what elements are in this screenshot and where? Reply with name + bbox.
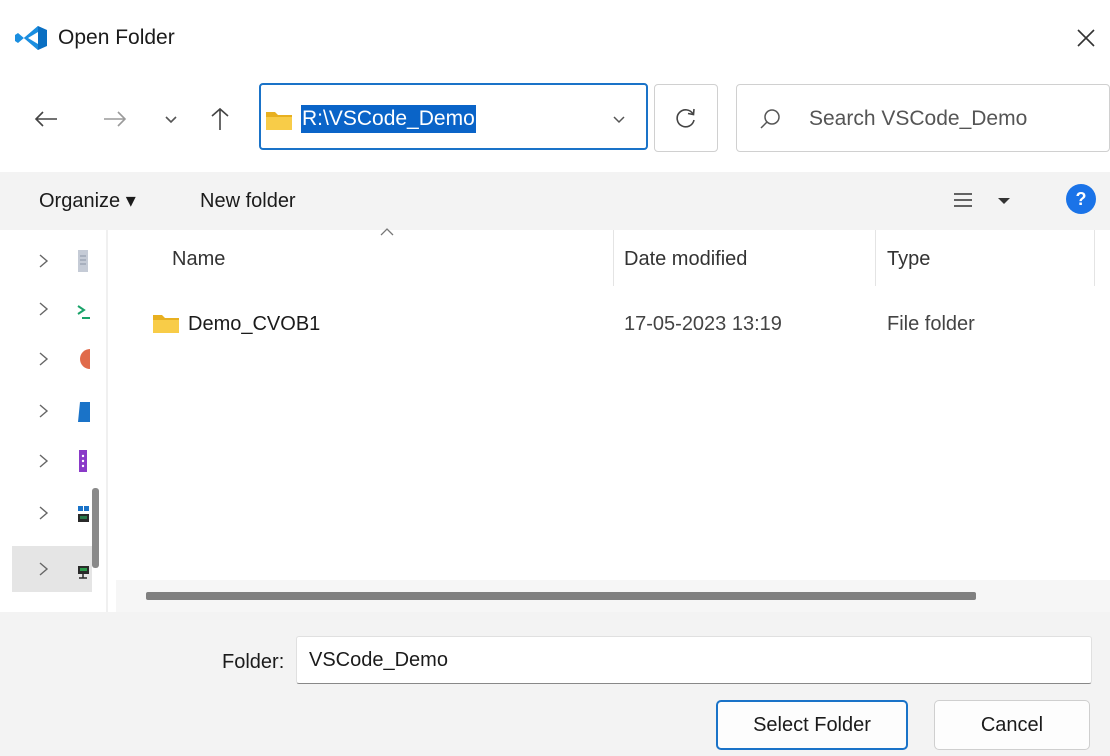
sidebar-scrollbar-thumb[interactable] xyxy=(92,488,99,568)
arrow-up-icon xyxy=(211,107,229,130)
select-folder-button[interactable]: Select Folder xyxy=(716,700,908,750)
chevron-right-icon xyxy=(39,562,49,576)
recent-locations-button[interactable] xyxy=(158,104,184,134)
address-bar[interactable]: R:\VSCode_Demo xyxy=(259,83,648,150)
folder-name-input[interactable]: VSCode_Demo xyxy=(296,636,1092,684)
chevron-right-icon xyxy=(39,404,49,418)
chevron-right-icon xyxy=(39,506,49,520)
folder-icon xyxy=(266,112,292,130)
list-item[interactable]: Demo_CVOB1 17-05-2023 13:19 File folder xyxy=(144,300,1104,350)
sidebar-item-drive[interactable] xyxy=(12,490,92,536)
forward-button[interactable] xyxy=(95,99,135,139)
close-button[interactable] xyxy=(1066,18,1106,58)
up-button[interactable] xyxy=(200,99,240,139)
folder-name-value[interactable]: VSCode_Demo xyxy=(309,647,448,673)
file-list[interactable]: Name Date modified Type Demo_CVOB1 17-05… xyxy=(108,228,1110,612)
help-button[interactable]: ? xyxy=(1066,184,1096,214)
item-type: File folder xyxy=(887,313,975,335)
column-divider[interactable] xyxy=(613,230,614,286)
folder-icon xyxy=(153,315,179,333)
document-icon xyxy=(78,250,88,272)
cancel-button[interactable]: Cancel xyxy=(934,700,1090,750)
organize-button[interactable]: Organize ▾ xyxy=(39,187,136,215)
sidebar-item-network-drive[interactable] xyxy=(12,546,92,592)
sidebar-item-network[interactable] xyxy=(12,286,92,332)
horizontal-scrollbar[interactable] xyxy=(116,580,1110,612)
search-placeholder[interactable]: Search VSCode_Demo xyxy=(809,105,1027,133)
arrow-right-icon xyxy=(104,111,127,127)
chevron-right-icon xyxy=(39,352,49,366)
horizontal-scrollbar-thumb[interactable] xyxy=(146,592,976,600)
folder-label: Folder: xyxy=(222,651,285,673)
list-view-icon xyxy=(954,193,1010,207)
cloud-icon xyxy=(78,402,90,422)
network-drive-icon xyxy=(78,566,89,579)
dialog-footer: Folder: VSCode_Demo Select Folder Cancel xyxy=(0,612,1110,756)
search-icon xyxy=(760,109,780,129)
search-box[interactable]: Search VSCode_Demo xyxy=(736,84,1110,152)
sidebar-item-disc[interactable] xyxy=(12,336,92,382)
column-header-type[interactable]: Type xyxy=(887,244,930,274)
vscode-logo-icon xyxy=(15,26,47,50)
address-dropdown-button[interactable] xyxy=(605,105,633,133)
title-bar: Open Folder xyxy=(0,0,1110,72)
change-view-button[interactable] xyxy=(952,186,1022,216)
column-header-date-modified[interactable]: Date modified xyxy=(624,244,747,274)
sidebar-item-documents[interactable] xyxy=(12,238,92,284)
refresh-button[interactable] xyxy=(654,84,718,152)
network-icon xyxy=(77,305,90,319)
column-header-name[interactable]: Name xyxy=(172,244,225,274)
chevron-right-icon xyxy=(39,302,49,316)
chevron-right-icon xyxy=(39,454,49,468)
address-path[interactable]: R:\VSCode_Demo xyxy=(301,105,476,133)
chevron-right-icon xyxy=(39,254,49,268)
item-name: Demo_CVOB1 xyxy=(188,313,321,335)
chevron-down-icon xyxy=(165,116,177,124)
sidebar-item-cloud[interactable] xyxy=(12,388,92,434)
sort-ascending-icon xyxy=(380,228,394,236)
dotted-icon xyxy=(79,450,87,472)
sidebar-item-apps[interactable] xyxy=(12,438,92,484)
refresh-icon xyxy=(676,108,695,128)
command-toolbar: Organize ▾ New folder ? xyxy=(0,172,1110,230)
new-folder-button[interactable]: New folder xyxy=(200,187,296,215)
arrow-left-icon xyxy=(34,111,57,127)
column-divider[interactable] xyxy=(1094,230,1095,286)
window-title: Open Folder xyxy=(58,26,175,49)
item-date-modified: 17-05-2023 13:19 xyxy=(624,313,782,335)
close-icon xyxy=(1077,29,1095,47)
back-button[interactable] xyxy=(26,99,66,139)
column-divider[interactable] xyxy=(875,230,876,286)
disc-icon xyxy=(80,349,90,369)
drive-icon xyxy=(78,506,89,522)
chevron-down-icon xyxy=(613,116,625,124)
